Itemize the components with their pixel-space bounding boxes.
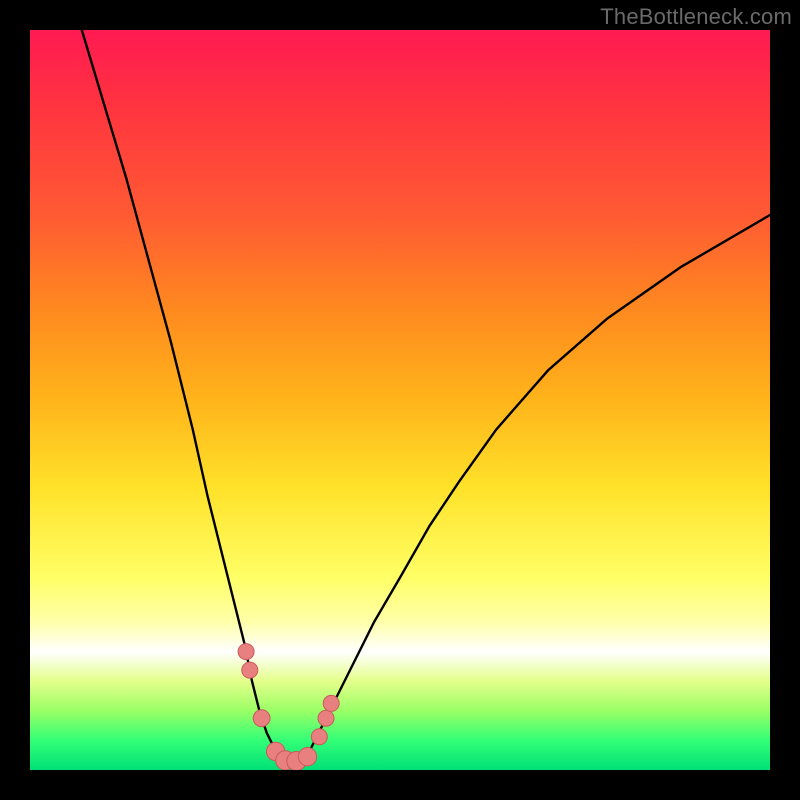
bottleneck-curve [82, 30, 770, 761]
marker-point [298, 747, 316, 765]
chart-frame: TheBottleneck.com [0, 0, 800, 800]
plot-area [30, 30, 770, 770]
chart-svg [30, 30, 770, 770]
marker-point [318, 710, 334, 726]
marker-group [238, 644, 339, 770]
marker-point [253, 710, 270, 727]
marker-point [238, 644, 254, 660]
marker-point [311, 729, 327, 745]
marker-point [323, 695, 339, 711]
watermark-text: TheBottleneck.com [600, 4, 792, 30]
marker-point [242, 662, 258, 678]
